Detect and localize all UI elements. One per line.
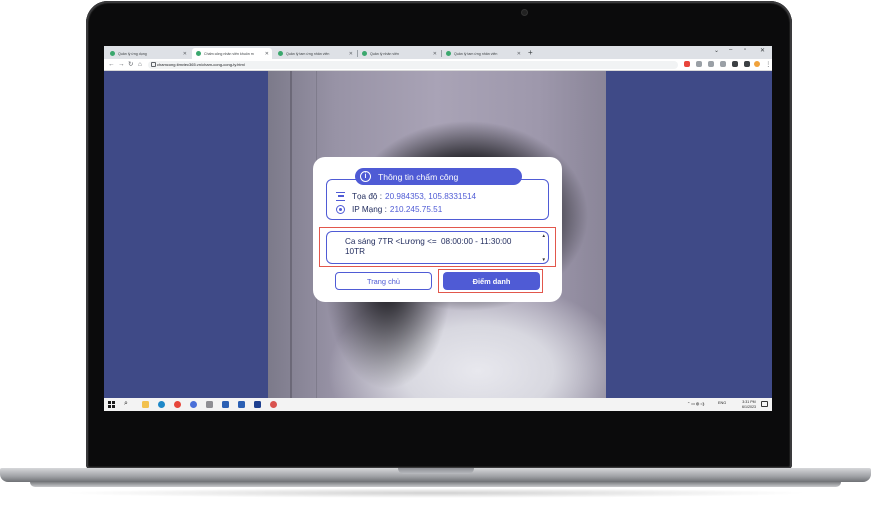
favicon-icon <box>362 51 367 56</box>
tab-label: Quản lý tam ứng nhân viên <box>454 51 498 56</box>
clock-time: 3:31 PM <box>742 399 756 404</box>
browser-tab[interactable]: Quản lý tam ứng nhân viên ✕ <box>442 48 524 59</box>
forward-icon[interactable]: → <box>118 60 125 69</box>
lock-icon <box>151 62 156 67</box>
minimize-icon[interactable]: – <box>729 47 732 53</box>
tab-search-icon[interactable]: ⌄ <box>714 47 719 54</box>
browser-tab[interactable]: Quản lý nhân viên ✕ <box>358 48 440 59</box>
app-icon[interactable] <box>206 401 213 408</box>
bookmark-star-icon[interactable] <box>720 61 726 67</box>
tab-label: Quản lý tam ứng nhân viên <box>286 51 330 56</box>
camera <box>522 10 527 15</box>
favicon-icon <box>446 51 451 56</box>
close-icon[interactable]: ✕ <box>183 51 187 57</box>
scroll-up-icon[interactable]: ▲ <box>542 233 546 238</box>
modal-title: Thông tin chấm công <box>378 171 459 182</box>
close-icon[interactable]: ✕ <box>517 51 521 57</box>
word-icon[interactable] <box>238 401 245 408</box>
menu-icon[interactable]: ⋮ <box>765 60 772 69</box>
url-input[interactable]: chamcong.timviec365.vn/cham-cong-cong-ty… <box>148 60 678 69</box>
chrome-icon[interactable] <box>174 401 181 408</box>
favicon-icon <box>278 51 283 56</box>
modal-header: i Thông tin chấm công <box>355 168 522 185</box>
close-icon[interactable]: ✕ <box>265 51 269 57</box>
url-text: chamcong.timviec365.vn/cham-cong-cong-ty… <box>157 61 245 67</box>
edge-icon[interactable] <box>158 401 165 408</box>
app-icon[interactable] <box>254 401 261 408</box>
shift-time[interactable]: 08:00:00 - 11:30:00 <box>441 237 511 247</box>
laptop-foot <box>30 482 841 487</box>
windows-start-icon[interactable] <box>108 401 115 408</box>
info-icon: i <box>360 171 371 182</box>
ip-value: 210.245.75.51 <box>389 205 443 214</box>
favicon-icon <box>110 51 115 56</box>
tab-label: Quản lý nhân viên <box>370 51 399 56</box>
scroll-down-icon[interactable]: ▼ <box>542 257 546 262</box>
coordinates-label: Tọa độ : <box>352 192 383 201</box>
coordinates-value: 20.984353, 105.8331514 <box>385 192 477 201</box>
ip-label: IP Mạng : <box>352 205 387 214</box>
home-icon[interactable]: ⌂ <box>138 60 142 69</box>
shift-name[interactable]: Ca sáng 7TR <Lương <= 10TR <box>345 237 437 257</box>
notification-icon[interactable] <box>761 401 768 407</box>
coordinates-icon <box>336 192 345 201</box>
new-tab-button[interactable]: + <box>528 48 533 58</box>
maximize-icon[interactable]: ▫ <box>744 47 746 53</box>
close-icon[interactable]: ✕ <box>433 51 437 57</box>
favicon-icon <box>196 51 201 56</box>
tray-icons[interactable]: ⌃ ▭ ◍ ◁) <box>687 401 704 406</box>
checkin-button[interactable]: Điểm danh <box>443 272 540 290</box>
clock-date: 6/1/2023 <box>742 404 756 409</box>
coordinates-row: Tọa độ : 20.984353, 105.8331514 <box>336 192 476 201</box>
taskbar-clock[interactable]: 3:31 PM 6/1/2023 <box>742 400 756 410</box>
close-icon[interactable]: ✕ <box>349 51 353 57</box>
tab-label: Chấm công nhân viên khuôn m <box>204 51 254 56</box>
browser-tab-active[interactable]: Chấm công nhân viên khuôn m ✕ <box>192 48 272 59</box>
network-icon <box>336 205 345 214</box>
reload-icon[interactable]: ↻ <box>128 60 133 69</box>
back-icon[interactable]: ← <box>108 60 115 69</box>
zoom-icon[interactable] <box>696 61 702 67</box>
tab-label: Quản lý ứng dụng <box>118 51 147 56</box>
screen: Quản lý ứng dụng ✕ Chấm công nhân viên k… <box>104 46 772 411</box>
sidepanel-icon[interactable] <box>744 61 750 67</box>
home-button[interactable]: Trang chủ <box>335 272 432 290</box>
extensions-icon[interactable] <box>732 61 738 67</box>
search-icon[interactable]: ⌕ <box>124 400 128 408</box>
address-bar: ← → ↻ ⌂ chamcong.timviec365.vn/cham-cong… <box>104 59 772 71</box>
browser-tab-bar: Quản lý ứng dụng ✕ Chấm công nhân viên k… <box>104 46 772 59</box>
location-info-box: Tọa độ : 20.984353, 105.8331514 IP Mạng … <box>326 179 549 220</box>
page-content: Tọa độ : 20.984353, 105.8331514 IP Mạng … <box>104 71 772 398</box>
laptop-notch <box>398 468 474 474</box>
app-icon[interactable] <box>190 401 197 408</box>
close-window-icon[interactable]: ✕ <box>760 47 765 54</box>
language-indicator[interactable]: ENG <box>718 401 726 405</box>
app-icon[interactable] <box>270 401 277 408</box>
wall-line <box>290 71 292 398</box>
windows-taskbar: ⌕ ⌃ ▭ ◍ ◁) ENG 3:31 PM 6/1/2023 <box>104 398 772 411</box>
share-icon[interactable] <box>708 61 714 67</box>
attendance-modal: Tọa độ : 20.984353, 105.8331514 IP Mạng … <box>313 157 562 302</box>
ip-row: IP Mạng : 210.245.75.51 <box>336 205 442 214</box>
extension-icon[interactable] <box>684 61 690 67</box>
file-explorer-icon[interactable] <box>142 401 149 408</box>
app-icon[interactable] <box>222 401 229 408</box>
laptop-shadow <box>60 488 811 498</box>
profile-avatar[interactable] <box>754 61 760 67</box>
browser-tab[interactable]: Quản lý ứng dụng ✕ <box>106 48 190 59</box>
browser-tab[interactable]: Quản lý tam ứng nhân viên ✕ <box>274 48 356 59</box>
shift-select-list[interactable]: Ca sáng 7TR <Lương <= 10TR 08:00:00 - 11… <box>326 231 549 264</box>
